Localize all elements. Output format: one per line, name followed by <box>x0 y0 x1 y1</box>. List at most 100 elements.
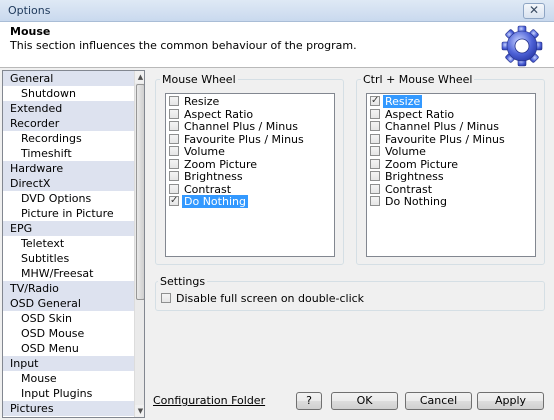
close-button[interactable]: ✕ <box>523 3 545 19</box>
ctrl-mouse-wheel-option[interactable]: Aspect Ratio <box>368 108 534 121</box>
mouse-wheel-option-label: Aspect Ratio <box>184 107 254 121</box>
ctrl-mouse-wheel-option[interactable]: ✓ Resize <box>368 95 534 108</box>
tree-category[interactable]: Pictures <box>3 401 134 416</box>
ctrl-mouse-wheel-option[interactable]: Channel Plus / Minus <box>368 120 534 133</box>
tree-subitem[interactable]: OSD Skin <box>3 311 134 326</box>
ctrl-mouse-wheel-option[interactable]: Brightness <box>368 170 534 183</box>
tree-subitem[interactable]: Shutdown <box>3 86 134 101</box>
checkbox[interactable] <box>169 158 179 169</box>
mouse-wheel-option[interactable]: Volume <box>167 145 333 158</box>
tree-subitem[interactable]: Teletext <box>3 236 134 251</box>
ctrl-mouse-wheel-option[interactable]: Favourite Plus / Minus <box>368 133 534 146</box>
tree-category[interactable]: Hardware <box>3 161 134 176</box>
tree-category[interactable]: Input <box>3 356 134 371</box>
mouse-wheel-option-label: Favourite Plus / Minus <box>184 132 304 146</box>
tree-subitem[interactable]: Picture in Picture <box>3 206 134 221</box>
mouse-wheel-group-label: Mouse Wheel <box>160 73 238 86</box>
mouse-wheel-group: Mouse Wheel Resize Aspect Ratio Channel Pl… <box>155 73 344 265</box>
tree-subitem[interactable]: DVD Options <box>3 191 134 206</box>
tree-subitem[interactable]: Recordings <box>3 131 134 146</box>
apply-button[interactable]: Apply <box>477 392 544 410</box>
tree-category[interactable]: DirectX <box>3 176 134 191</box>
tree-category[interactable]: Recorder <box>3 116 134 131</box>
checkmark-icon: ✓ <box>170 195 179 206</box>
disable-fullscreen-checkbox[interactable] <box>161 293 171 303</box>
scroll-up-arrow-icon[interactable]: ▲ <box>135 71 144 83</box>
mouse-wheel-option-label: Volume <box>184 145 225 158</box>
ok-button[interactable]: OK <box>331 392 398 410</box>
mouse-wheel-option[interactable]: Contrast <box>167 183 333 196</box>
window-title: Options <box>8 4 51 17</box>
tree-subitem[interactable]: MHW/Freesat <box>3 266 134 281</box>
checkbox[interactable] <box>370 146 380 156</box>
settings-group: Settings Disable full screen on double-c… <box>155 275 545 311</box>
checkbox[interactable] <box>169 121 179 131</box>
tree-subitem[interactable]: OSD Mouse <box>3 326 134 341</box>
mouse-wheel-listbox[interactable]: Resize Aspect Ratio Channel Plus / Minus Fa… <box>165 93 335 257</box>
checkbox[interactable] <box>169 146 179 156</box>
checkbox[interactable] <box>169 133 179 144</box>
tree-subitem[interactable]: OSD Menu <box>3 341 134 356</box>
tree-category[interactable]: OSD General <box>3 296 134 311</box>
checkbox[interactable] <box>370 133 380 144</box>
ctrl-mouse-wheel-option-label: Zoom Picture <box>385 157 459 171</box>
disable-fullscreen-option[interactable]: Disable full screen on double-click <box>161 293 421 306</box>
ctrl-mouse-wheel-option-label: Do Nothing <box>385 195 447 208</box>
mouse-wheel-option[interactable]: Channel Plus / Minus <box>167 120 333 133</box>
help-button[interactable]: ? <box>296 392 322 410</box>
ctrl-mouse-wheel-option[interactable]: Volume <box>368 145 534 158</box>
checkbox[interactable] <box>370 196 380 206</box>
ctrl-mouse-wheel-listbox[interactable]: ✓ Resize Aspect Ratio Channel Plus / Minus F… <box>366 93 536 257</box>
mouse-wheel-option[interactable]: ✓ Do Nothing <box>167 195 333 208</box>
checkbox[interactable]: ✓ <box>169 195 179 206</box>
checkbox[interactable] <box>169 108 179 119</box>
ctrl-mouse-wheel-option[interactable]: Do Nothing <box>368 195 534 208</box>
checkbox[interactable] <box>169 183 179 194</box>
tree-subitem[interactable]: Subtitles <box>3 251 134 266</box>
tree-subitem[interactable]: Timeshift <box>3 146 134 161</box>
mouse-wheel-option-label: Channel Plus / Minus <box>184 120 298 133</box>
ctrl-mouse-wheel-option[interactable]: Zoom Picture <box>368 158 534 171</box>
tree-category[interactable]: EPG <box>3 221 134 236</box>
checkbox[interactable] <box>169 171 179 181</box>
scroll-thumb[interactable] <box>136 84 144 300</box>
tree-subitem[interactable]: Mouse <box>3 371 134 386</box>
mouse-wheel-option[interactable]: Resize <box>167 95 333 108</box>
tree-scrollbar[interactable]: ▲ ▼ <box>134 71 144 417</box>
cancel-button[interactable]: Cancel <box>405 392 472 410</box>
mouse-wheel-option-label: Zoom Picture <box>184 157 258 171</box>
checkbox[interactable] <box>370 171 380 181</box>
checkbox[interactable] <box>370 158 380 169</box>
category-tree[interactable]: General Shutdown Extended Recorder Recording… <box>2 70 145 418</box>
checkbox[interactable] <box>370 121 380 131</box>
settings-group-label: Settings <box>158 275 208 288</box>
checkbox[interactable]: ✓ <box>370 95 380 106</box>
tree-category[interactable]: General <box>3 71 134 86</box>
ctrl-mouse-wheel-option-label: Contrast <box>385 182 433 196</box>
tree-category[interactable]: TV/Radio <box>3 281 134 296</box>
tree-category[interactable]: Extended <box>3 101 134 116</box>
ctrl-mouse-wheel-option-label: Resize <box>383 95 423 108</box>
checkbox[interactable] <box>169 96 179 106</box>
checkmark-icon: ✓ <box>371 95 380 106</box>
ctrl-mouse-wheel-group-label: Ctrl + Mouse Wheel <box>361 73 475 86</box>
configuration-folder-link[interactable]: Configuration Folder <box>153 394 265 407</box>
gear-icon <box>501 25 543 67</box>
mouse-wheel-option[interactable]: Aspect Ratio <box>167 108 333 121</box>
ctrl-mouse-wheel-option-label: Channel Plus / Minus <box>385 120 499 133</box>
mouse-wheel-option-label: Contrast <box>184 182 232 196</box>
mouse-wheel-option[interactable]: Favourite Plus / Minus <box>167 133 333 146</box>
section-description: This section influences the common behav… <box>10 39 357 52</box>
checkbox[interactable] <box>370 183 380 194</box>
checkbox[interactable] <box>370 108 380 119</box>
section-header: Mouse This section influences the common… <box>0 22 554 68</box>
mouse-wheel-option[interactable]: Brightness <box>167 170 333 183</box>
scroll-down-arrow-icon[interactable]: ▼ <box>135 405 144 417</box>
mouse-wheel-option-label: Brightness <box>184 170 243 183</box>
disable-fullscreen-label: Disable full screen on double-click <box>176 292 365 305</box>
ctrl-mouse-wheel-option-label: Volume <box>385 145 426 158</box>
tree-subitem[interactable]: Input Plugins <box>3 386 134 401</box>
mouse-wheel-option[interactable]: Zoom Picture <box>167 158 333 171</box>
mouse-wheel-option-label: Resize <box>184 95 220 108</box>
ctrl-mouse-wheel-option[interactable]: Contrast <box>368 183 534 196</box>
